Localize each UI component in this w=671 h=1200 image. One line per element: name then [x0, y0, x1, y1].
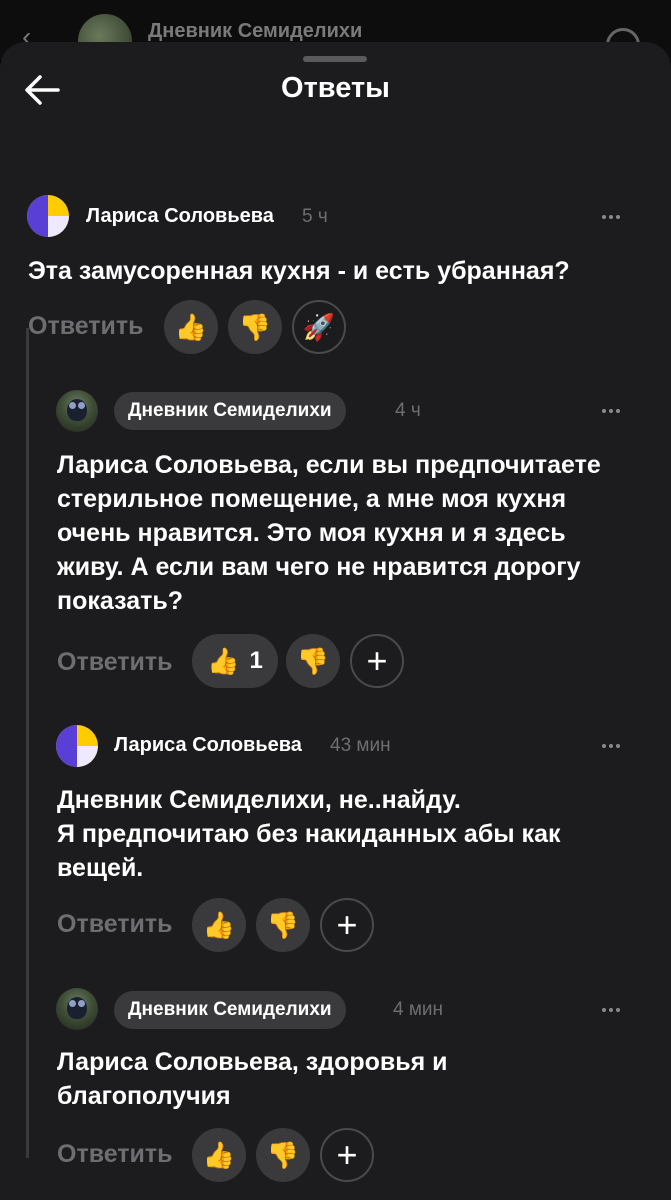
- add-reaction-button[interactable]: +: [320, 1128, 374, 1182]
- comment-time: 4 мин: [393, 999, 444, 1020]
- like-count: 1: [249, 647, 263, 674]
- avatar[interactable]: [56, 390, 98, 432]
- like-button[interactable]: 👍 1: [192, 634, 278, 688]
- comment-author[interactable]: Лариса Соловьева: [86, 205, 274, 228]
- dislike-button[interactable]: 👎: [256, 898, 310, 952]
- plus-icon: +: [336, 904, 358, 945]
- reply-button[interactable]: Ответить: [28, 312, 144, 341]
- like-button[interactable]: 👍: [192, 898, 246, 952]
- dislike-button[interactable]: 👎: [286, 634, 340, 688]
- thumbs-down-icon: 👎: [266, 909, 300, 940]
- comment-time: 5 ч: [302, 206, 328, 227]
- more-dots-icon[interactable]: [602, 212, 630, 220]
- comment-author[interactable]: Дневник Семиделихи: [114, 392, 346, 430]
- rocket-icon: 🚀: [302, 311, 336, 342]
- reply-button[interactable]: Ответить: [57, 910, 173, 939]
- more-dots-icon[interactable]: [602, 406, 630, 414]
- comment-author[interactable]: Дневник Семиделихи: [114, 991, 346, 1029]
- avatar[interactable]: [56, 725, 98, 767]
- avatar[interactable]: [56, 988, 98, 1030]
- rocket-reaction-button[interactable]: 🚀: [292, 300, 346, 354]
- thread-line: [26, 328, 29, 1158]
- thumbs-down-icon: 👎: [296, 645, 330, 676]
- thumbs-up-icon: 👍: [202, 1139, 236, 1170]
- reply-button[interactable]: Ответить: [57, 648, 173, 677]
- dislike-button[interactable]: 👎: [228, 300, 282, 354]
- thumbs-down-icon: 👎: [238, 311, 272, 342]
- add-reaction-button[interactable]: +: [350, 634, 404, 688]
- dislike-button[interactable]: 👎: [256, 1128, 310, 1182]
- plus-icon: +: [366, 640, 388, 681]
- page-title: Ответы: [281, 72, 390, 104]
- add-reaction-button[interactable]: +: [320, 898, 374, 952]
- thumbs-up-icon: 👍: [207, 645, 240, 676]
- sheet-grabber[interactable]: [303, 56, 367, 62]
- reply-button[interactable]: Ответить: [57, 1140, 173, 1169]
- avatar[interactable]: [27, 195, 69, 237]
- comment-text: Лариса Соловьева, если вы предпочитаете …: [57, 451, 601, 615]
- comment-text-line: Я предпочитаю без накиданных абы как вещ…: [57, 820, 561, 882]
- plus-icon: +: [336, 1134, 358, 1175]
- comment-text: Лариса Соловьева, здоровья и благополучи…: [57, 1048, 448, 1110]
- comment-time: 43 мин: [330, 735, 391, 756]
- like-button[interactable]: 👍: [164, 300, 218, 354]
- thumbs-down-icon: 👎: [266, 1139, 300, 1170]
- thumbs-up-icon: 👍: [202, 909, 236, 940]
- comment-text: Эта замусоренная кухня - и есть убранная…: [28, 257, 570, 285]
- more-dots-icon[interactable]: [602, 1005, 630, 1013]
- background-title: Дневник Семиделихи: [148, 20, 363, 42]
- thumbs-up-icon: 👍: [174, 311, 208, 342]
- like-button[interactable]: 👍: [192, 1128, 246, 1182]
- comment-author[interactable]: Лариса Соловьева: [114, 734, 302, 757]
- comment-text-line: Дневник Семиделихи, не..найду.: [57, 786, 461, 814]
- more-dots-icon[interactable]: [602, 741, 630, 749]
- comment-time: 4 ч: [395, 400, 421, 421]
